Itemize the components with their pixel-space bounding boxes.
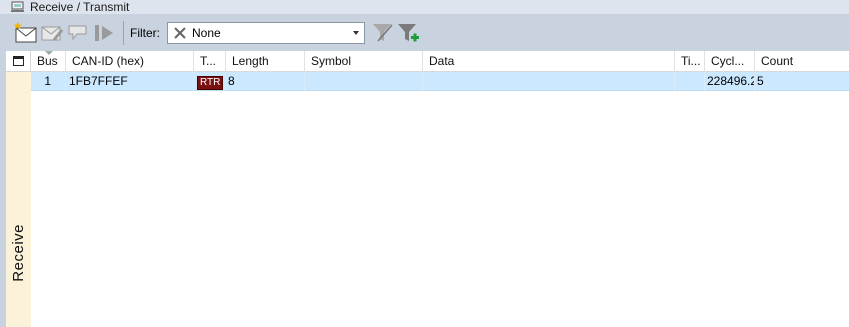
add-filter-icon[interactable] (395, 20, 421, 46)
chevron-down-icon (353, 30, 359, 35)
toolbar-separator (123, 20, 124, 45)
filter-label: Filter: (130, 25, 160, 40)
rtr-badge: RTR (197, 76, 224, 90)
edit-message-icon[interactable] (39, 20, 65, 46)
filter-value: None (192, 25, 221, 40)
table-row[interactable]: 1 1FB7FFEF RTR 8 228496.2 5 (31, 72, 849, 91)
receive-transmit-icon (10, 1, 24, 13)
column-header-time[interactable]: Ti... (675, 51, 705, 72)
filter-icon[interactable] (369, 20, 395, 46)
cell-can-id: 1FB7FFEF (66, 72, 194, 91)
column-header-length[interactable]: Length (226, 51, 305, 72)
window-titlebar: Receive / Transmit (0, 0, 849, 14)
cell-symbol (305, 72, 423, 91)
transmit-icon[interactable] (91, 20, 117, 46)
column-header-data[interactable]: Data (423, 51, 675, 72)
cell-time (675, 72, 705, 91)
column-header-type[interactable]: T... (194, 51, 226, 72)
cell-cycle: 228496.2 (705, 72, 755, 91)
column-header-count[interactable]: Count (755, 51, 849, 72)
column-header-bus[interactable]: Bus (31, 51, 66, 72)
receive-grid[interactable]: Bus CAN-ID (hex) T... Length Symbol Data… (31, 51, 849, 327)
window-title: Receive / Transmit (30, 0, 130, 14)
new-message-icon[interactable] (13, 20, 39, 46)
receive-side-panel[interactable]: Receive (6, 51, 31, 327)
toolbar: Filter: None (0, 14, 849, 51)
column-header-can-id[interactable]: CAN-ID (hex) (66, 51, 194, 72)
none-filter-icon (172, 26, 188, 39)
grid-header: Bus CAN-ID (hex) T... Length Symbol Data… (31, 51, 849, 72)
column-header-symbol[interactable]: Symbol (305, 51, 423, 72)
cell-data (423, 72, 675, 91)
send-message-icon[interactable] (65, 20, 91, 46)
filter-dropdown[interactable]: None (167, 21, 365, 44)
cell-bus: 1 (31, 72, 66, 91)
receive-panel-label: Receive (10, 224, 27, 282)
cell-count: 5 (757, 74, 764, 88)
column-header-cycle[interactable]: Cycl... (705, 51, 755, 72)
cell-type: RTR (194, 72, 226, 91)
cell-length: 8 (226, 72, 305, 91)
